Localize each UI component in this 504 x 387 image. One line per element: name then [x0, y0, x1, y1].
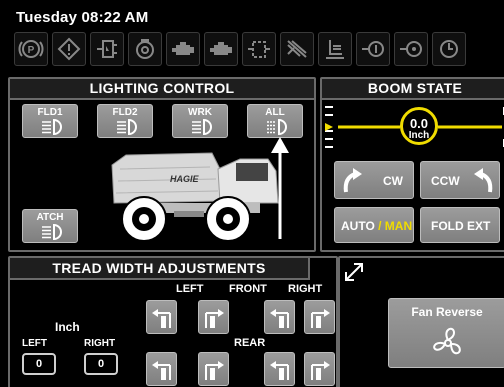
indicator-row: P	[14, 32, 504, 66]
rear-label: REAR	[234, 337, 266, 349]
right-value-label: RIGHT	[84, 338, 116, 349]
lighting-control-title: LIGHTING CONTROL	[10, 79, 314, 100]
warning-icon	[52, 32, 86, 66]
lighting-control-panel: LIGHTING CONTROL FLD1 FLD2 WRK ALL ATCH …	[8, 77, 316, 252]
fan-reverse-button[interactable]: Fan Reverse	[388, 298, 504, 368]
right-tread-value: 0	[84, 353, 118, 375]
all-label: ALL	[265, 107, 285, 118]
turbo-icon	[128, 32, 162, 66]
tread-width-panel: TREAD WIDTH ADJUSTMENTS LEFT FRONT RIGHT…	[8, 256, 363, 387]
man-label: MAN	[384, 219, 413, 233]
front-left-label: LEFT	[176, 283, 204, 295]
fld2-light-button[interactable]: FLD2	[97, 104, 153, 138]
hagie-logo: HAGIE	[170, 174, 200, 184]
tread-out-icon	[311, 361, 330, 380]
fan-status-icon	[394, 32, 428, 66]
tread-out-icon	[152, 361, 171, 380]
tread-in-icon	[270, 361, 289, 380]
ccw-button[interactable]: CCW	[420, 161, 500, 199]
headlight-icon	[42, 118, 62, 136]
seat-icon	[318, 32, 352, 66]
engine-left-icon	[166, 32, 200, 66]
rear-right-retract-button[interactable]	[264, 352, 295, 386]
fan-reverse-label: Fan Reverse	[411, 305, 483, 319]
rear-left-expand-button[interactable]	[146, 352, 177, 386]
left-tread-value: 0	[22, 353, 56, 375]
svg-text:P: P	[28, 45, 35, 56]
boom-state-title: BOOM STATE	[322, 79, 504, 100]
rotate-ccw-icon	[474, 168, 493, 193]
parking-brake-icon: P	[14, 32, 48, 66]
fld1-label: FLD1	[37, 107, 63, 118]
front-right-label: RIGHT	[288, 283, 323, 295]
tread-in-icon	[270, 309, 289, 328]
tread-unit-label: Inch	[55, 320, 80, 334]
rear-right-expand-button[interactable]	[304, 352, 335, 386]
atch-light-button[interactable]: ATCH	[22, 209, 78, 243]
air-filter-icon	[280, 32, 314, 66]
boom-height-unit: Inch	[408, 130, 430, 141]
ccw-label: CCW	[431, 174, 460, 188]
rotate-cw-icon	[343, 168, 362, 193]
tread-in-icon	[205, 361, 224, 380]
left-value-label: LEFT	[22, 338, 47, 349]
fld1-light-button[interactable]: FLD1	[22, 104, 78, 138]
boom-height-dial: 0.0 Inch	[400, 107, 438, 145]
fold-ext-label: FOLD EXT	[431, 219, 491, 233]
headlight-icon	[117, 118, 137, 136]
coolant-icon	[356, 32, 390, 66]
front-label: FRONT	[229, 283, 267, 295]
hydraulic-filter-icon	[90, 32, 124, 66]
fld2-label: FLD2	[112, 107, 138, 118]
front-right-retract-button[interactable]	[264, 300, 295, 334]
wrk-light-button[interactable]: WRK	[172, 104, 228, 138]
rear-left-retract-button[interactable]	[198, 352, 229, 386]
pointer-arrow-icon	[271, 137, 289, 239]
tread-out-icon	[152, 309, 171, 328]
auto-label: AUTO	[341, 219, 375, 233]
fuel-filter-icon	[242, 32, 276, 66]
cw-label: CW	[383, 174, 403, 188]
fan-icon	[433, 327, 461, 355]
all-lights-button[interactable]: ALL	[247, 104, 303, 138]
tread-out-icon	[311, 309, 330, 328]
engine-right-icon	[204, 32, 238, 66]
boom-height-value: 0.0	[409, 116, 429, 131]
boom-state-panel: BOOM STATE 0.0 Inch CW CCW AUTO / MAN FO…	[320, 77, 504, 252]
light-off-icon	[267, 118, 287, 136]
fold-ext-button[interactable]: FOLD EXT	[420, 207, 500, 243]
tread-width-title: TREAD WIDTH ADJUSTMENTS	[10, 258, 310, 280]
auto-man-label: AUTO / MAN	[341, 219, 412, 233]
front-right-expand-button[interactable]	[304, 300, 335, 334]
headlight-icon	[192, 118, 212, 136]
status-bar: Tuesday 08:22 AM P	[0, 0, 504, 70]
wrk-label: WRK	[188, 107, 212, 118]
fan-panel: Fan Reverse	[338, 256, 504, 387]
tread-in-icon	[205, 309, 224, 328]
headlight-icon	[42, 223, 62, 241]
cw-button[interactable]: CW	[334, 161, 414, 199]
auto-man-separator: /	[374, 219, 385, 233]
atch-label: ATCH	[36, 212, 64, 223]
front-left-expand-button[interactable]	[146, 300, 177, 334]
date-time: Tuesday 08:22 AM	[16, 9, 149, 26]
engine-status-icon	[432, 32, 466, 66]
auto-man-toggle-button[interactable]: AUTO / MAN	[334, 207, 414, 243]
front-left-retract-button[interactable]	[198, 300, 229, 334]
